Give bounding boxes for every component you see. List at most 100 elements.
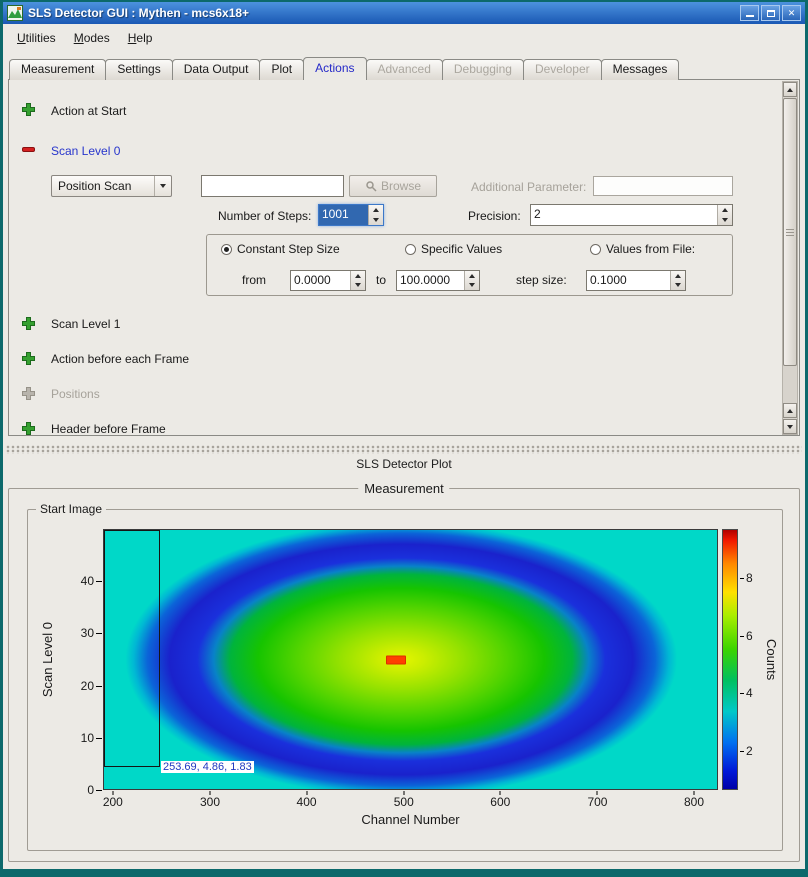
action-before-each-frame-label: Action before each Frame [51, 352, 189, 366]
scan-level-1-label: Scan Level 1 [51, 317, 120, 331]
tab-advanced: Advanced [366, 59, 443, 80]
y-tick-mark [96, 581, 102, 582]
app-icon [7, 5, 23, 21]
colorbar-tick-mark [740, 751, 744, 752]
menu-help[interactable]: Help [119, 27, 162, 49]
vertical-scrollbar[interactable] [782, 81, 798, 435]
tab-data-output[interactable]: Data Output [172, 59, 261, 80]
spin-down-button[interactable] [465, 281, 479, 291]
spin-down-button[interactable] [671, 281, 685, 291]
from-value: 0.0000 [291, 271, 350, 290]
spin-up-button[interactable] [351, 271, 365, 281]
measurement-title: Measurement [358, 481, 449, 496]
scroll-down-button[interactable] [783, 419, 797, 434]
spin-buttons[interactable] [670, 271, 685, 290]
heatmap-plot-canvas[interactable]: 253.69, 4.86, 1.83 [103, 529, 718, 790]
splitter-handle[interactable] [6, 445, 802, 454]
spin-down-icon [373, 218, 379, 222]
minimize-icon [746, 10, 754, 17]
menubar: Utilities Modes Help [3, 24, 805, 51]
colorbar-tick-mark [740, 693, 744, 694]
y-tick-mark [96, 686, 102, 687]
number-of-steps-spinbox[interactable]: 1001 [318, 204, 384, 226]
close-icon: ✕ [788, 9, 796, 18]
additional-parameter-input [593, 176, 733, 196]
expand-plus-icon[interactable] [21, 102, 36, 117]
spin-buttons[interactable] [368, 205, 383, 225]
spin-up-button[interactable] [718, 205, 732, 215]
scan-mode-value: Position Scan [52, 176, 154, 196]
expand-plus-icon[interactable] [21, 421, 36, 436]
y-tick-label: 10 [81, 731, 94, 745]
radio-file-label: Values from File: [606, 242, 695, 256]
app-window: SLS Detector GUI : Mythen - mcs6x18+ ✕ U… [0, 0, 808, 877]
to-spinbox[interactable]: 100.0000 [396, 270, 480, 291]
x-tick-label: 300 [200, 795, 220, 809]
colorbar-tick-mark [740, 636, 744, 637]
spin-buttons[interactable] [464, 271, 479, 290]
close-button[interactable]: ✕ [782, 5, 801, 21]
scroll-up-icon [787, 409, 793, 413]
number-of-steps-label: Number of Steps: [218, 209, 311, 223]
menu-utilities[interactable]: Utilities [8, 27, 65, 49]
radio-constant-step[interactable]: Constant Step Size [221, 242, 340, 256]
spin-up-button[interactable] [671, 271, 685, 281]
expand-plus-icon[interactable] [21, 316, 36, 331]
radio-icon [405, 244, 416, 255]
expand-plus-icon[interactable] [21, 351, 36, 366]
measurement-groupbox: Measurement Start Image Scan Level 0 0 1… [8, 488, 800, 862]
maximize-button[interactable] [761, 5, 780, 21]
precision-value: 2 [531, 205, 717, 225]
from-spinbox[interactable]: 0.0000 [290, 270, 366, 291]
tab-plot[interactable]: Plot [259, 59, 304, 80]
spin-down-button[interactable] [718, 215, 732, 225]
colorbar [722, 529, 738, 790]
spin-up-button[interactable] [369, 205, 383, 215]
header-before-frame-label: Header before Frame [51, 422, 166, 436]
scan-script-input[interactable] [201, 175, 344, 197]
y-tick-label: 30 [81, 626, 94, 640]
y-tick-label: 0 [87, 783, 94, 797]
colorbar-tick-label: 4 [746, 686, 753, 700]
minimize-button[interactable] [740, 5, 759, 21]
scroll-up-button-2[interactable] [783, 403, 797, 418]
spin-up-button[interactable] [465, 271, 479, 281]
step-size-spinbox[interactable]: 0.1000 [586, 270, 686, 291]
collapse-minus-icon[interactable] [21, 142, 36, 157]
tab-settings[interactable]: Settings [105, 59, 172, 80]
radio-specific-values[interactable]: Specific Values [405, 242, 502, 256]
spin-down-button[interactable] [351, 281, 365, 291]
chevron-down-icon [160, 184, 166, 188]
spin-up-icon [722, 208, 728, 212]
radio-selected-icon [221, 244, 232, 255]
x-axis-ticks: 200 300 400 500 600 700 800 [103, 791, 718, 809]
titlebar: SLS Detector GUI : Mythen - mcs6x18+ ✕ [3, 2, 805, 24]
maximize-icon [767, 10, 775, 17]
spin-buttons[interactable] [350, 271, 365, 290]
precision-spinbox[interactable]: 2 [530, 204, 733, 226]
tab-actions[interactable]: Actions [303, 57, 366, 80]
radio-values-from-file[interactable]: Values from File: [590, 242, 695, 256]
to-label: to [376, 273, 386, 287]
radio-specific-label: Specific Values [421, 242, 502, 256]
tab-measurement[interactable]: Measurement [9, 59, 106, 80]
combo-dropdown-button[interactable] [154, 176, 171, 196]
spin-down-button[interactable] [369, 215, 383, 225]
colorbar-tick-label: 2 [746, 744, 753, 758]
scan-mode-combobox[interactable]: Position Scan [51, 175, 172, 197]
heatmap-peak-marker [386, 656, 406, 665]
scroll-up-button[interactable] [783, 82, 797, 97]
colorbar-ticks: 2 4 6 8 [740, 529, 766, 790]
spin-up-icon [355, 274, 361, 278]
spin-up-icon [469, 274, 475, 278]
step-size-value: 0.1000 [587, 271, 670, 290]
spin-buttons[interactable] [717, 205, 732, 225]
action-at-start-label: Action at Start [51, 104, 126, 118]
y-tick-label: 40 [81, 574, 94, 588]
browse-icon [365, 180, 377, 192]
x-tick-label: 400 [297, 795, 317, 809]
tab-messages[interactable]: Messages [601, 59, 680, 80]
menu-modes[interactable]: Modes [65, 27, 119, 49]
scrollbar-thumb[interactable] [783, 98, 797, 366]
x-tick-label: 600 [490, 795, 510, 809]
